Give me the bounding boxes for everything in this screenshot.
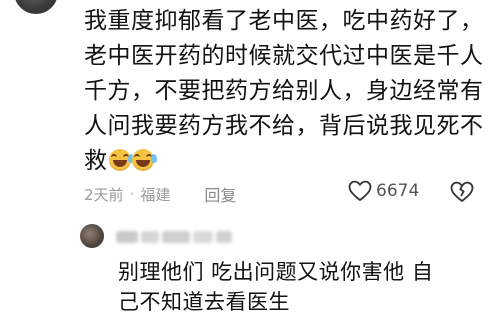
comment-line: 千方，不要把药方给别人，身边经常有 <box>84 78 484 104</box>
reply-line: 己不知道去看医生 <box>118 290 290 314</box>
grinning-sweat-emoji-icon <box>131 149 157 171</box>
reply-username-redacted <box>116 229 236 245</box>
comment-time: 2天前 <box>84 185 124 204</box>
reply-body: 别理他们 吃出问题又说你害他 自 己不知道去看医生 <box>118 257 498 317</box>
broken-heart-icon <box>450 181 474 202</box>
meta-separator: · <box>129 185 135 203</box>
comment-line: 老中医开药的时候就交代过中医是千人 <box>84 43 484 69</box>
reply-line: 别理他们 吃出问题又说你害他 自 <box>118 260 434 284</box>
comment-meta: 2天前 · 福建 回复 <box>84 182 236 206</box>
grinning-sweat-emoji-icon <box>108 149 134 171</box>
comment-line: 人问我要药方我不给，背后说我见死不 <box>84 113 484 139</box>
reply-button[interactable]: 回复 <box>204 182 236 206</box>
comment-body: 我重度抑郁看了老中医，吃中药好了， 老中医开药的时候就交代过中医是千人 千方，不… <box>84 4 494 179</box>
like-button[interactable]: 6674 <box>348 180 419 202</box>
commenter-avatar[interactable] <box>14 0 58 14</box>
comment-location: 福建 <box>140 185 171 204</box>
dislike-button[interactable] <box>450 181 474 203</box>
like-count: 6674 <box>376 181 420 201</box>
reply-avatar[interactable] <box>80 224 104 248</box>
heart-icon <box>348 180 372 201</box>
comment-line-text: 救 <box>84 148 108 174</box>
comment-line-last: 救 <box>84 144 494 179</box>
comment-line: 我重度抑郁看了老中医，吃中药好了， <box>84 8 484 34</box>
